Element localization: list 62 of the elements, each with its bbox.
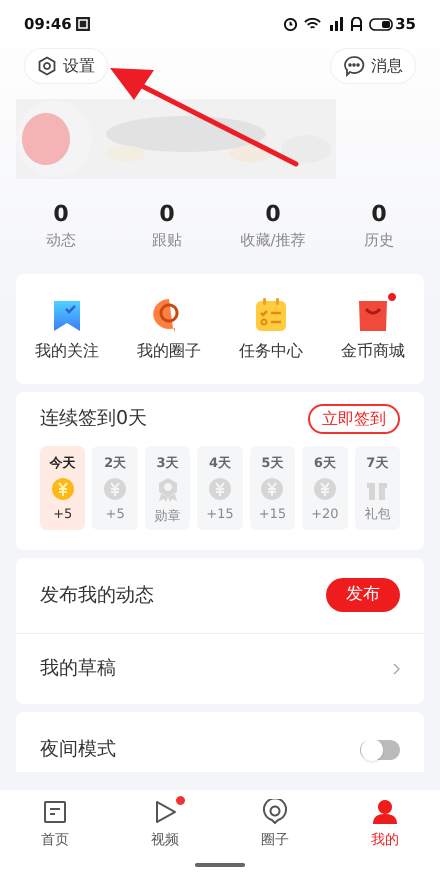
stat-label: 动态 xyxy=(46,230,76,251)
day-label: 6天 xyxy=(314,454,336,472)
messages-button[interactable]: 消息 xyxy=(330,48,416,84)
day-label: 4天 xyxy=(208,454,232,472)
stat-value: 0 xyxy=(53,201,69,229)
location-bubble-icon xyxy=(262,799,288,825)
chevron-right-icon xyxy=(392,662,400,674)
stat-value: 0 xyxy=(265,201,281,229)
wifi-icon xyxy=(304,17,322,31)
calendar-checklist-icon xyxy=(254,296,288,332)
document-icon xyxy=(43,800,67,824)
settings-button[interactable]: 设置 xyxy=(24,48,108,84)
play-icon xyxy=(153,800,177,824)
reward-label: +20 xyxy=(311,506,339,524)
battery-icon xyxy=(369,18,394,30)
coin-icon xyxy=(50,477,75,501)
nav-tab[interactable]: 圈子 xyxy=(220,798,330,851)
shortcut-item[interactable]: 我的关注 xyxy=(16,294,118,362)
drafts-row[interactable]: 我的草稿 xyxy=(16,634,424,704)
stat-label: 收藏/推荐 xyxy=(240,230,306,251)
status-time: 09:46 xyxy=(24,14,72,35)
alarm-icon xyxy=(283,16,298,32)
day-label: 5天 xyxy=(261,454,284,472)
day-label: 今天 xyxy=(50,454,76,472)
app-notification-icon xyxy=(76,17,90,31)
post-title: 发布我的动态 xyxy=(40,582,154,608)
chat-icon xyxy=(343,55,365,77)
night-mode-title: 夜间模式 xyxy=(40,736,116,762)
reward-label: 礼包 xyxy=(364,506,390,524)
reward-label: 勋章 xyxy=(154,508,181,526)
checkin-button[interactable]: 立即签到 xyxy=(308,404,400,434)
bookmark-icon xyxy=(52,298,82,332)
battery-level: 35 xyxy=(395,14,416,35)
nav-tab[interactable]: 我的 xyxy=(330,798,440,851)
reward-label: +15 xyxy=(206,506,234,524)
reward-label: +15 xyxy=(258,506,286,524)
coin-icon xyxy=(260,477,284,501)
post-button[interactable]: 发布 xyxy=(326,578,400,612)
stat-value: 0 xyxy=(371,201,387,229)
coin-icon xyxy=(312,477,337,501)
person-icon xyxy=(372,799,398,825)
home-indicator xyxy=(195,863,245,867)
stat-label: 跟贴 xyxy=(152,230,182,251)
day-label: 7天 xyxy=(366,454,388,472)
day-label: 3天 xyxy=(156,454,179,472)
nav-tab[interactable]: 首页 xyxy=(0,798,110,851)
shortcut-item[interactable]: 我的圈子 xyxy=(118,294,220,362)
checkin-title: 连续签到0天 xyxy=(40,406,148,432)
day-label: 2天 xyxy=(104,454,126,472)
drafts-title: 我的草稿 xyxy=(40,656,116,682)
stat-value: 0 xyxy=(159,201,175,229)
shortcut-item[interactable]: 任务中心 xyxy=(220,294,322,362)
reward-label: +5 xyxy=(106,506,125,524)
shortcut-item[interactable]: 金币商城 xyxy=(322,294,424,362)
coin-icon xyxy=(103,477,128,501)
night-mode-switch[interactable] xyxy=(360,740,400,760)
signal-icon xyxy=(327,17,344,31)
stat-label: 历史 xyxy=(364,230,394,251)
coin-icon xyxy=(208,477,232,501)
nav-tab[interactable]: 视频 xyxy=(110,798,220,851)
reward-label: +5 xyxy=(53,506,72,524)
settings-icon xyxy=(37,56,57,76)
